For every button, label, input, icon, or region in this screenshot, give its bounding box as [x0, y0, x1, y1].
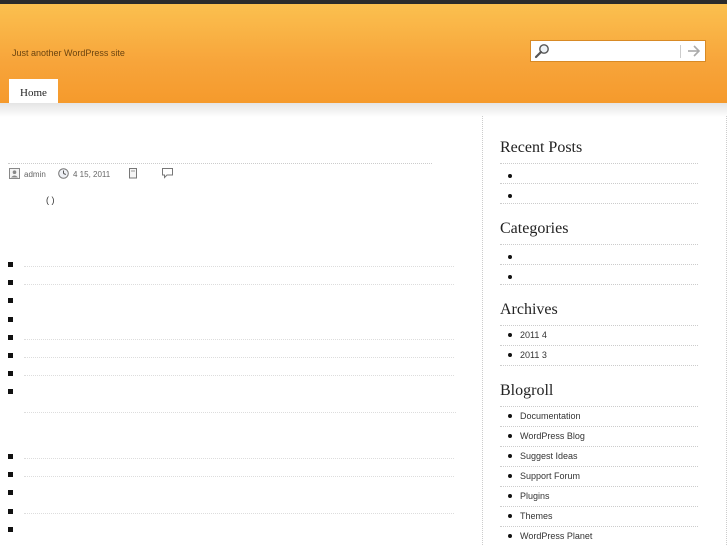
widget-divider	[500, 163, 698, 164]
widget-divider	[500, 446, 698, 447]
blogroll-link[interactable]: Documentation	[520, 410, 581, 422]
widget-divider	[500, 203, 698, 204]
search-box	[530, 40, 706, 62]
blogroll-link[interactable]: WordPress Planet	[520, 530, 592, 542]
header-shadow	[0, 103, 727, 117]
widget-divider	[500, 486, 698, 487]
category-icon	[129, 168, 137, 179]
widget-divider	[500, 406, 698, 407]
widget-divider	[500, 526, 698, 527]
widget-divider	[500, 426, 698, 427]
post-author[interactable]: admin	[24, 170, 46, 179]
widget-divider	[500, 506, 698, 507]
archive-link[interactable]: 2011 3	[520, 349, 547, 361]
archive-link[interactable]: 2011 4	[520, 329, 547, 341]
search-input[interactable]	[551, 44, 679, 58]
widget-title-recent-posts: Recent Posts	[500, 139, 583, 156]
blogroll-link[interactable]: Suggest Ideas	[520, 450, 578, 462]
blogroll-link[interactable]: Plugins	[520, 490, 550, 502]
arrow-right-icon[interactable]	[684, 42, 704, 60]
widget-divider	[500, 284, 698, 285]
widget-title-blogroll: Blogroll	[500, 382, 554, 399]
widget-title-archives: Archives	[500, 301, 558, 318]
widget-divider	[500, 264, 698, 265]
post-excerpt: ( )	[46, 195, 55, 205]
section-divider	[24, 412, 456, 413]
blogroll-link[interactable]: Support Forum	[520, 470, 580, 482]
site-header: Just another WordPress site Home	[0, 4, 727, 107]
comment-icon[interactable]	[162, 168, 173, 179]
widget-divider	[500, 325, 698, 326]
author-icon	[9, 168, 20, 179]
sidebar: Recent Posts Categories Archives 2011 4 …	[482, 116, 727, 545]
widget-divider	[500, 345, 698, 346]
blogroll-link[interactable]: WordPress Blog	[520, 430, 585, 442]
clock-icon	[58, 168, 69, 179]
widget-divider	[500, 466, 698, 467]
site-tagline: Just another WordPress site	[12, 48, 125, 58]
search-divider	[680, 45, 681, 58]
blogroll-link[interactable]: Themes	[520, 510, 553, 522]
widget-divider	[500, 365, 698, 366]
widget-divider	[500, 183, 698, 184]
post-date: 4 15, 2011	[73, 170, 111, 179]
widget-divider	[500, 244, 698, 245]
widget-title-categories: Categories	[500, 220, 569, 237]
post-divider	[8, 163, 432, 164]
search-icon	[534, 44, 549, 59]
